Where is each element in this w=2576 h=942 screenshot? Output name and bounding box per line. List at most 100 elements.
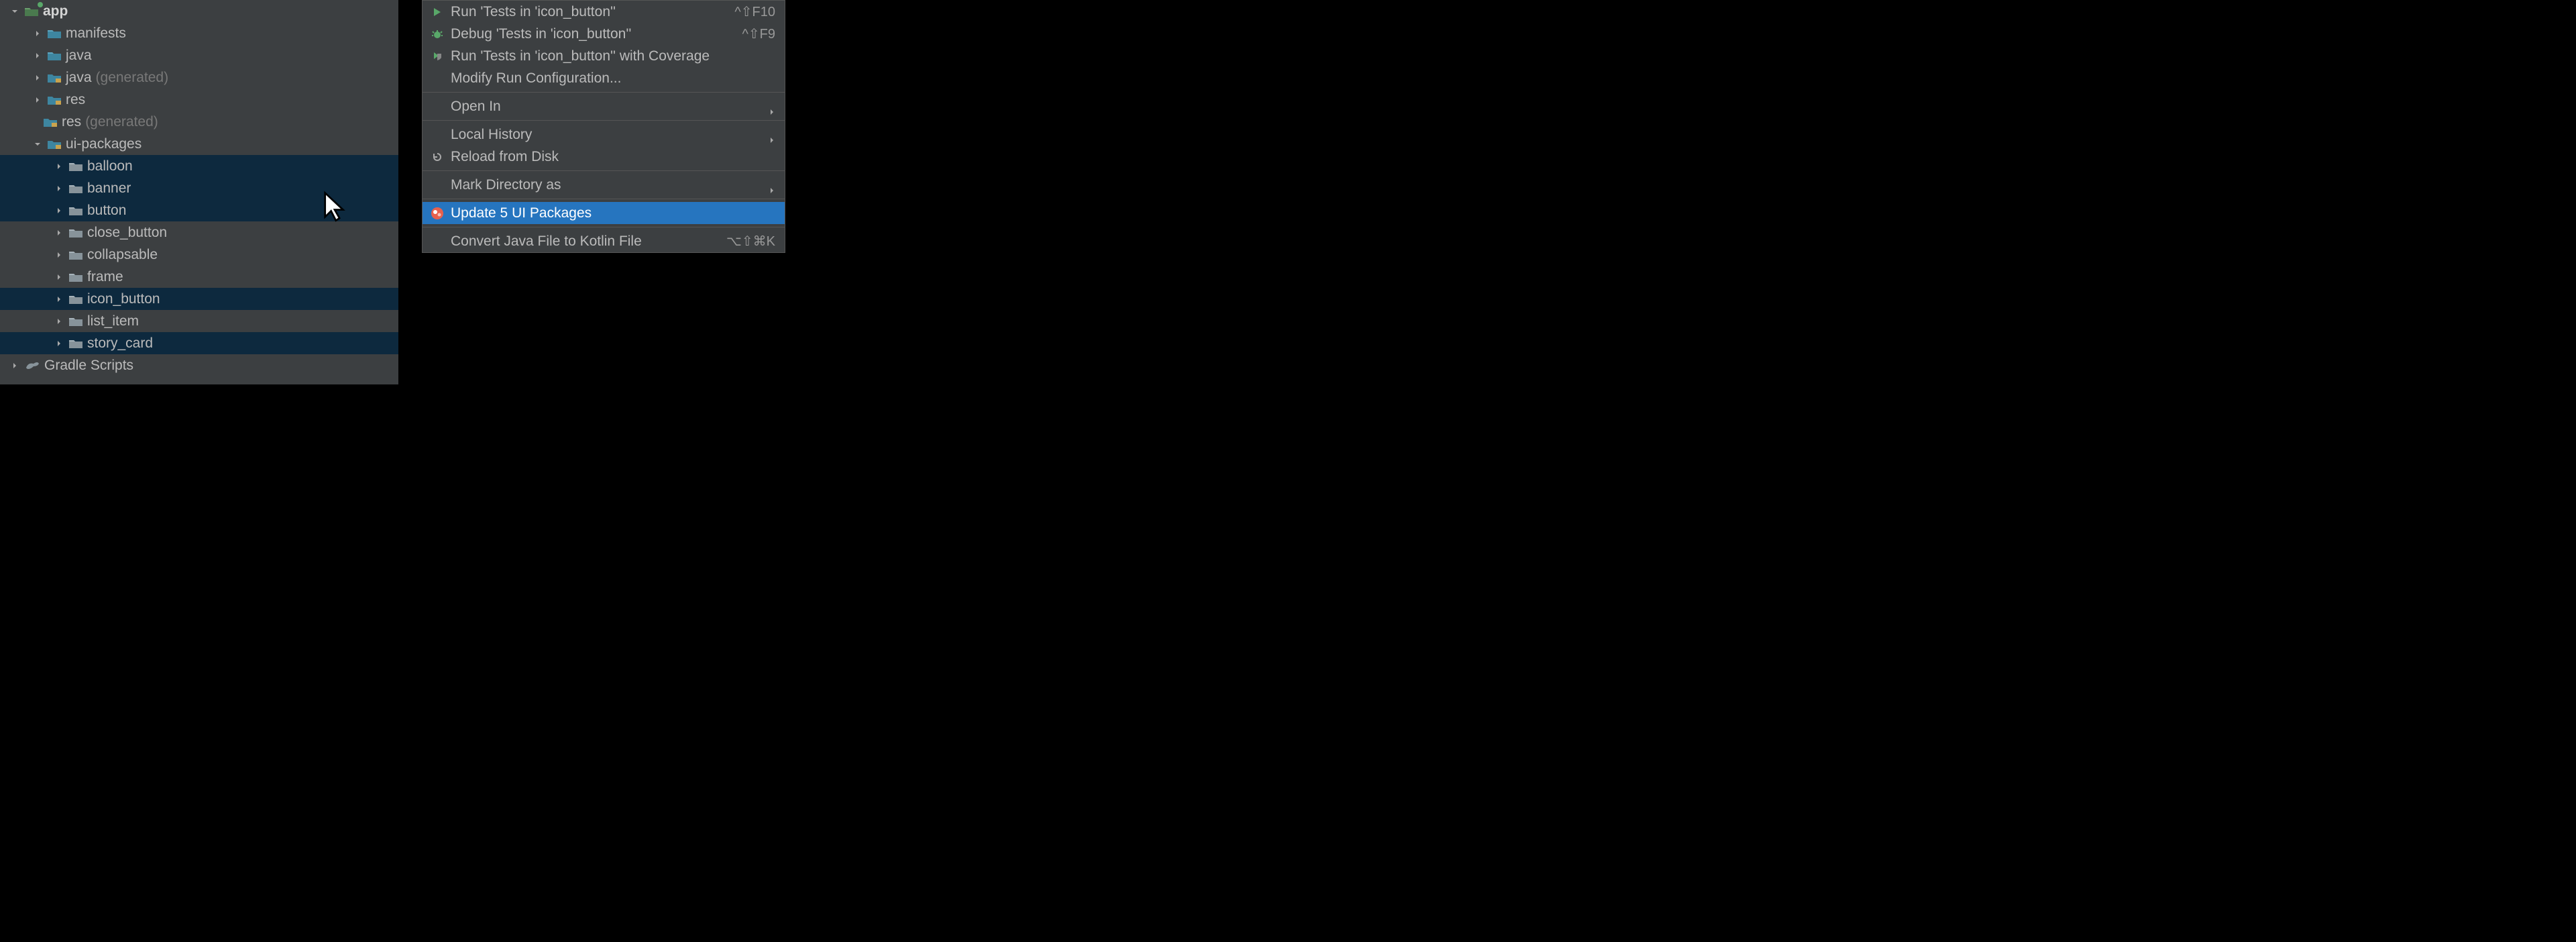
coverage-icon (431, 50, 444, 63)
tree-label: balloon (87, 158, 133, 174)
menu-separator (423, 120, 785, 121)
context-menu: Run 'Tests in 'icon_button'' ^⇧F10 Debug… (422, 0, 785, 253)
folder-icon (68, 316, 83, 327)
resource-folder-icon (43, 117, 58, 127)
menu-label: Modify Run Configuration... (451, 70, 775, 87)
chevron-right-icon (32, 72, 43, 83)
tree-item-java[interactable]: java (0, 44, 398, 66)
menu-label: Convert Java File to Kotlin File (451, 233, 720, 250)
menu-separator (423, 92, 785, 93)
menu-reload-from-disk[interactable]: Reload from Disk (423, 146, 785, 168)
menu-debug-tests[interactable]: Debug 'Tests in 'icon_button'' ^⇧F9 (423, 23, 785, 45)
folder-icon (68, 250, 83, 260)
gradle-icon (24, 360, 40, 372)
menu-label: Open In (451, 99, 762, 115)
relay-icon (431, 207, 444, 220)
chevron-right-icon (54, 294, 64, 305)
menu-run-coverage[interactable]: Run 'Tests in 'icon_button'' with Covera… (423, 45, 785, 67)
resource-folder-icon (47, 95, 62, 105)
menu-label: Update 5 UI Packages (451, 205, 775, 221)
run-icon (431, 5, 444, 19)
debug-icon (431, 28, 444, 41)
chevron-right-icon (32, 28, 43, 39)
tree-item-gradle-scripts[interactable]: Gradle Scripts (0, 354, 398, 376)
tree-label: manifests (66, 25, 126, 42)
chevron-right-icon (769, 103, 775, 110)
tree-item-ui-packages[interactable]: ui-packages (0, 133, 398, 155)
folder-icon (68, 338, 83, 349)
tree-label: banner (87, 180, 131, 197)
tree-item-banner[interactable]: banner (0, 177, 398, 199)
module-folder-icon (24, 6, 39, 17)
chevron-right-icon (54, 272, 64, 282)
tree-item-frame[interactable]: frame (0, 266, 398, 288)
tree-label: button (87, 203, 126, 219)
tree-label: Gradle Scripts (44, 358, 133, 374)
tree-item-button[interactable]: button (0, 199, 398, 221)
tree-item-icon-button[interactable]: icon_button (0, 288, 398, 310)
tree-label: close_button (87, 225, 167, 241)
tree-item-list-item[interactable]: list_item (0, 310, 398, 332)
tree-label: app (43, 3, 68, 19)
chevron-right-icon (32, 50, 43, 61)
menu-shortcut: ^⇧F9 (742, 25, 775, 42)
chevron-right-icon (32, 95, 43, 105)
tree-label: frame (87, 269, 123, 285)
menu-shortcut: ⌥⇧⌘K (726, 233, 775, 250)
reload-icon (431, 150, 444, 164)
menu-label: Run 'Tests in 'icon_button'' (451, 4, 728, 20)
menu-update-ui-packages[interactable]: Update 5 UI Packages (423, 202, 785, 224)
tree-label: java (66, 70, 92, 86)
tree-item-story-card[interactable]: story_card (0, 332, 398, 354)
tree-item-java-generated[interactable]: java (generated) (0, 66, 398, 89)
chevron-right-icon (54, 161, 64, 172)
folder-icon (68, 227, 83, 238)
tree-label: res (62, 114, 81, 130)
tree-label: ui-packages (66, 136, 142, 152)
chevron-right-icon (54, 183, 64, 194)
menu-label: Debug 'Tests in 'icon_button'' (451, 26, 736, 42)
menu-label: Reload from Disk (451, 149, 775, 165)
tree-label: story_card (87, 335, 153, 352)
tree-item-manifests[interactable]: manifests (0, 22, 398, 44)
menu-label: Local History (451, 127, 762, 143)
menu-run-tests[interactable]: Run 'Tests in 'icon_button'' ^⇧F10 (423, 1, 785, 23)
tree-label: res (66, 92, 85, 108)
tree-item-collapsable[interactable]: collapsable (0, 244, 398, 266)
menu-local-history[interactable]: Local History (423, 123, 785, 146)
folder-icon (68, 205, 83, 216)
chevron-right-icon (9, 360, 20, 371)
chevron-right-icon (769, 132, 775, 138)
chevron-right-icon (54, 316, 64, 327)
tree-label: collapsable (87, 247, 158, 263)
tree-label: list_item (87, 313, 139, 329)
chevron-down-icon (9, 6, 20, 17)
tree-item-res-generated[interactable]: res (generated) (0, 111, 398, 133)
tree-label-suffix: (generated) (85, 114, 158, 130)
tree-item-app[interactable]: app (0, 0, 398, 22)
tree-label-suffix: (generated) (96, 70, 169, 86)
menu-convert-java-kotlin[interactable]: Convert Java File to Kotlin File ⌥⇧⌘K (423, 230, 785, 252)
tree-label: icon_button (87, 291, 160, 307)
menu-modify-run-config[interactable]: Modify Run Configuration... (423, 67, 785, 89)
chevron-right-icon (54, 250, 64, 260)
menu-open-in[interactable]: Open In (423, 95, 785, 117)
chevron-right-icon (54, 205, 64, 216)
folder-icon (68, 272, 83, 282)
folder-icon (47, 28, 62, 39)
tree-item-balloon[interactable]: balloon (0, 155, 398, 177)
chevron-right-icon (54, 227, 64, 238)
menu-mark-directory-as[interactable]: Mark Directory as (423, 174, 785, 196)
menu-label: Run 'Tests in 'icon_button'' with Covera… (451, 48, 775, 64)
tree-label: java (66, 48, 92, 64)
tree-item-close-button[interactable]: close_button (0, 221, 398, 244)
folder-icon (47, 50, 62, 61)
folder-icon (68, 161, 83, 172)
chevron-right-icon (769, 182, 775, 189)
tree-item-res[interactable]: res (0, 89, 398, 111)
resource-folder-icon (47, 139, 62, 150)
menu-separator (423, 170, 785, 171)
generated-folder-icon (47, 72, 62, 83)
menu-label: Mark Directory as (451, 177, 762, 193)
chevron-right-icon (54, 338, 64, 349)
